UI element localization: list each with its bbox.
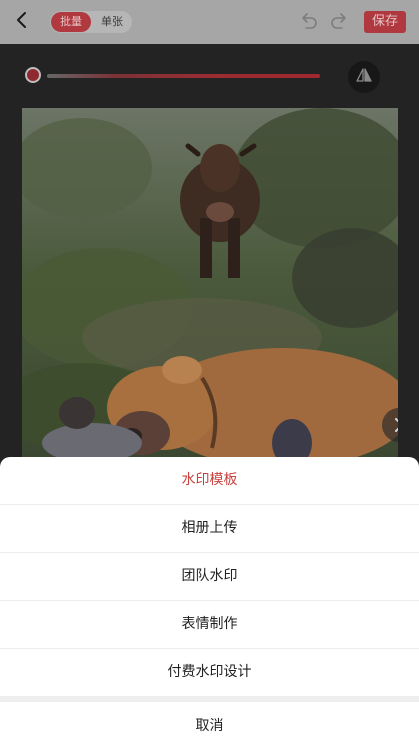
chevron-right-icon bbox=[392, 417, 398, 433]
sheet-item-album-upload[interactable]: 相册上传 bbox=[0, 505, 419, 553]
photo-preview[interactable] bbox=[22, 108, 398, 468]
back-button[interactable] bbox=[8, 8, 36, 36]
mode-batch-tab[interactable]: 批量 bbox=[51, 12, 91, 32]
cancel-button[interactable]: 取消 bbox=[0, 702, 419, 744]
opacity-slider-handle[interactable] bbox=[25, 67, 41, 83]
redo-icon bbox=[328, 13, 350, 37]
sheet-item-watermark-template[interactable]: 水印模板 bbox=[0, 457, 419, 505]
chevron-left-icon bbox=[14, 11, 30, 33]
opacity-slider-track[interactable] bbox=[47, 74, 320, 78]
watermark-action-sheet: 水印模板 相册上传 团队水印 表情制作 付费水印设计 取消 bbox=[0, 457, 419, 744]
mirror-button[interactable] bbox=[348, 61, 380, 93]
mirror-flip-icon bbox=[355, 66, 373, 88]
redo-button[interactable] bbox=[328, 11, 350, 33]
top-bar: 批量 单张 保存 bbox=[0, 0, 419, 44]
sheet-item-emoji-maker[interactable]: 表情制作 bbox=[0, 601, 419, 649]
undo-icon bbox=[298, 13, 320, 37]
mode-toggle[interactable]: 批量 单张 bbox=[50, 11, 132, 33]
undo-button[interactable] bbox=[298, 11, 320, 33]
mode-single-tab[interactable]: 单张 bbox=[96, 12, 128, 32]
sheet-item-paid-design[interactable]: 付费水印设计 bbox=[0, 649, 419, 696]
save-button[interactable]: 保存 bbox=[364, 11, 406, 33]
sheet-item-team-watermark[interactable]: 团队水印 bbox=[0, 553, 419, 601]
